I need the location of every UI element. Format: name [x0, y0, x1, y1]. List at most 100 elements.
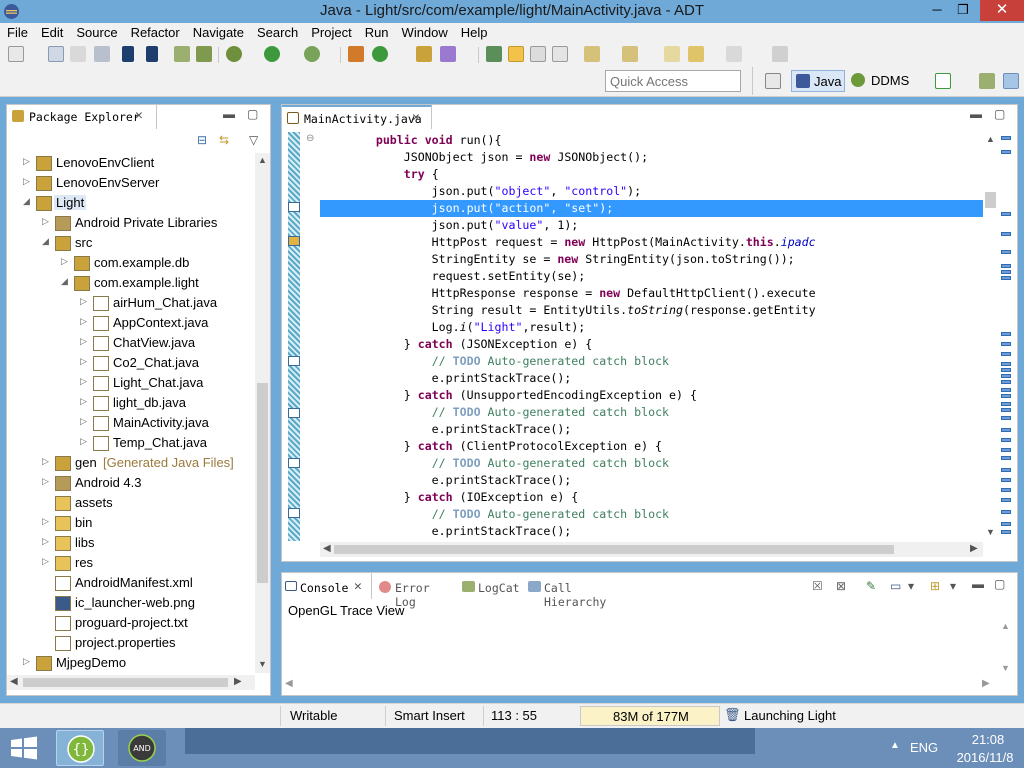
debug-perspective-icon[interactable]	[979, 73, 995, 89]
overview-marker[interactable]	[1001, 530, 1011, 534]
breakpoint-icon[interactable]	[288, 202, 300, 212]
garbage-collect-icon[interactable]: 🗑	[724, 707, 741, 723]
tree-item[interactable]: project.properties	[7, 633, 255, 653]
code-line[interactable]: JSONObject json = new JSONObject();	[320, 149, 983, 166]
code-line[interactable]: e.printStackTrace();	[320, 472, 983, 489]
next-annotation-icon[interactable]	[584, 46, 600, 62]
tree-item[interactable]: ◢ com.example.light	[7, 273, 255, 293]
tree-item[interactable]: ▷ libs	[7, 533, 255, 553]
console-horizontal-scrollbar[interactable]: ◀ ▶	[282, 677, 998, 692]
code-line[interactable]: request.setEntity(se);	[320, 268, 983, 285]
ddms-perspective-button[interactable]: DDMS	[849, 70, 913, 92]
tree-item[interactable]: ▷ LenovoEnvServer	[7, 173, 255, 193]
code-line[interactable]: e.printStackTrace();	[320, 523, 983, 540]
forward-icon[interactable]	[726, 46, 742, 62]
restore-button[interactable]: ❐	[950, 0, 976, 21]
run-icon[interactable]	[264, 46, 280, 62]
tab-console[interactable]: Console ✕	[282, 573, 372, 599]
code-line[interactable]: } catch (JSONException e) {	[320, 336, 983, 353]
tab-package-explorer[interactable]: Package Explorer ✕	[7, 105, 157, 129]
overview-marker[interactable]	[1001, 232, 1011, 236]
display-console-dropdown-icon[interactable]: ▾	[908, 579, 914, 593]
job-status[interactable]: Launching Light	[744, 708, 836, 723]
fold-collapse-icon[interactable]: ⊖	[306, 133, 314, 144]
tree-item[interactable]: ▷ ChatView.java	[7, 333, 255, 353]
overview-marker[interactable]	[1001, 264, 1011, 268]
tree-item[interactable]: ▷ AppContext.java	[7, 313, 255, 333]
save-icon[interactable]	[48, 46, 64, 62]
debug-icon[interactable]	[226, 46, 242, 62]
close-console-icon[interactable]: ✕	[354, 579, 362, 594]
tree-item[interactable]: ▷ light_db.java	[7, 393, 255, 413]
tree-item[interactable]: ▷ MjpegDemo	[7, 653, 255, 673]
taskbar-adt-button[interactable]: {}	[56, 730, 104, 766]
collapsed-arrow-icon[interactable]: ▷	[23, 176, 33, 187]
expanded-arrow-icon[interactable]: ◢	[42, 236, 52, 247]
link-with-editor-icon[interactable]: ⇆	[219, 133, 229, 147]
menu-run[interactable]: Run	[358, 23, 395, 42]
tree-item[interactable]: ◢ Light	[7, 193, 255, 213]
collapsed-arrow-icon[interactable]: ▷	[80, 356, 90, 367]
overview-marker[interactable]	[1001, 408, 1011, 412]
tree-item[interactable]: ▷ LenovoEnvClient	[7, 153, 255, 173]
save-all-icon[interactable]	[70, 46, 86, 62]
code-line[interactable]: json.put("object", "control");	[320, 183, 983, 200]
print-icon[interactable]	[94, 46, 110, 62]
menu-window[interactable]: Window	[395, 23, 454, 42]
task-icon[interactable]	[288, 356, 300, 366]
collapsed-arrow-icon[interactable]: ▷	[23, 156, 33, 167]
overview-marker[interactable]	[1001, 380, 1011, 384]
code-line[interactable]: Log.i("Light",result);	[320, 319, 983, 336]
overview-marker[interactable]	[1001, 468, 1011, 472]
back-icon[interactable]	[688, 46, 704, 62]
collapsed-arrow-icon[interactable]: ▷	[42, 216, 52, 227]
previous-annotation-icon[interactable]	[622, 46, 638, 62]
tree-item[interactable]: proguard-project.txt	[7, 613, 255, 633]
code-line[interactable]: } catch (IOException e) {	[320, 489, 983, 506]
maximize-console-icon[interactable]: ▢	[994, 577, 1005, 591]
overview-marker[interactable]	[1001, 438, 1011, 442]
warning-icon[interactable]	[288, 236, 300, 246]
code-line[interactable]: public void run(){	[320, 132, 983, 149]
task-icon[interactable]	[288, 408, 300, 418]
task-icon[interactable]	[288, 508, 300, 518]
tree-item[interactable]: ic_launcher-web.png	[7, 593, 255, 613]
tree-item[interactable]: ▷ airHum_Chat.java	[7, 293, 255, 313]
menu-file[interactable]: File	[0, 23, 34, 42]
code-line-selected[interactable]: json.put("action", "set");	[320, 200, 983, 217]
tab-call-hierarchy[interactable]: Call Hierarchy	[526, 573, 636, 609]
code-line[interactable]: json.put("value", 1);	[320, 217, 983, 234]
open-console-icon[interactable]: ⊞	[930, 579, 940, 593]
tree-item[interactable]: assets	[7, 493, 255, 513]
new-icon[interactable]	[8, 46, 24, 62]
view-menu-icon[interactable]: ▽	[249, 133, 258, 147]
code-line[interactable]: } catch (ClientProtocolException e) {	[320, 438, 983, 455]
checkbox-perspective-icon[interactable]	[935, 73, 951, 89]
overview-marker[interactable]	[1001, 428, 1011, 432]
open-type-icon[interactable]	[416, 46, 432, 62]
code-line[interactable]: try {	[320, 166, 983, 183]
overview-marker[interactable]	[1001, 342, 1011, 346]
code-line[interactable]: e.printStackTrace();	[320, 370, 983, 387]
minimize-button[interactable]: ─	[924, 0, 950, 21]
maximize-view-icon[interactable]: ▢	[247, 107, 258, 121]
console-vertical-scrollbar[interactable]: ▲ ▼	[999, 621, 1013, 677]
overview-marker[interactable]	[1001, 362, 1011, 366]
overview-marker[interactable]	[1001, 510, 1011, 514]
code-line[interactable]: // TODO Auto-generated catch block	[320, 455, 983, 472]
scroll-lock-icon[interactable]: ⊠	[836, 579, 846, 593]
tree-item[interactable]: ◢ src	[7, 233, 255, 253]
collapsed-arrow-icon[interactable]: ▷	[80, 396, 90, 407]
collapsed-arrow-icon[interactable]: ▷	[23, 656, 33, 667]
overview-marker[interactable]	[1001, 394, 1011, 398]
overview-marker[interactable]	[1001, 212, 1011, 216]
collapsed-arrow-icon[interactable]: ▷	[42, 536, 52, 547]
tree-item[interactable]: ▷ Android 4.3	[7, 473, 255, 493]
menu-refactor[interactable]: Refactor	[124, 23, 186, 42]
overview-marker[interactable]	[1001, 478, 1011, 482]
overview-marker[interactable]	[1001, 456, 1011, 460]
search-icon[interactable]	[440, 46, 456, 62]
editor-horizontal-scrollbar[interactable]: ◀ ▶	[320, 542, 983, 557]
tab-logcat[interactable]: LogCat	[460, 573, 522, 599]
tree-item[interactable]: ▷ Light_Chat.java	[7, 373, 255, 393]
